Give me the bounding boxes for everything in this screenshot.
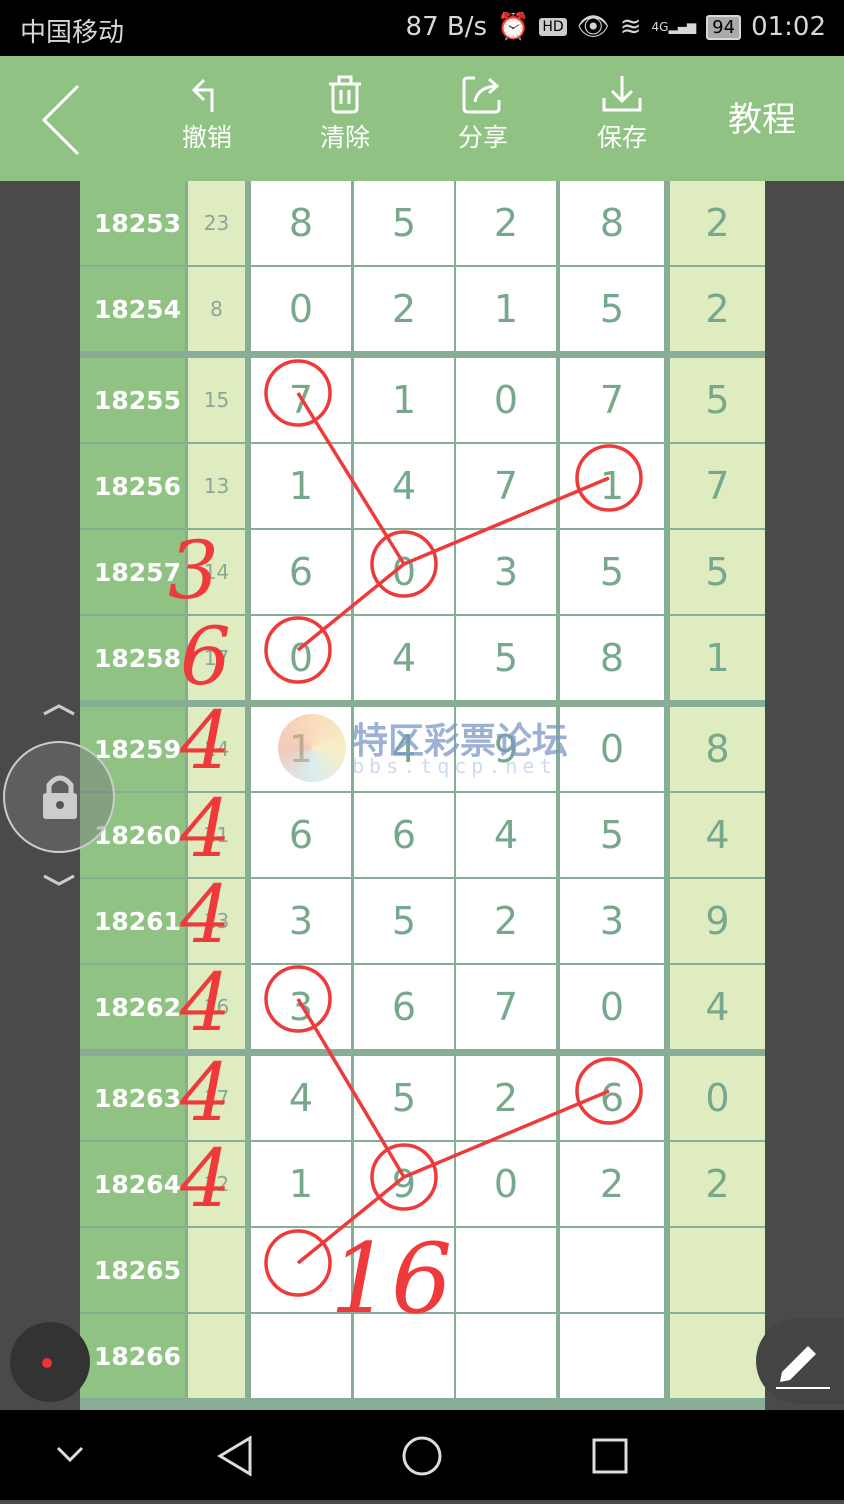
handwritten-digit: 4 bbox=[179, 1132, 231, 1225]
annotation-layer: 36444444 16 bbox=[168, 359, 643, 1335]
handwritten-digit: 4 bbox=[179, 1046, 231, 1139]
red-dot-icon bbox=[42, 1358, 52, 1368]
back-nav-icon[interactable] bbox=[217, 1435, 252, 1477]
collapse-icon[interactable] bbox=[56, 1446, 84, 1463]
chevron-up-icon[interactable] bbox=[42, 702, 76, 716]
recents-icon[interactable] bbox=[592, 1438, 628, 1474]
handwritten-digit: 4 bbox=[179, 868, 231, 961]
handwritten-digit: 3 bbox=[168, 524, 219, 617]
lock-icon bbox=[43, 775, 77, 819]
navigation-bar bbox=[0, 1410, 844, 1500]
handwritten-result: 16 bbox=[330, 1223, 452, 1335]
floating-dot-button[interactable] bbox=[10, 1322, 90, 1402]
home-icon[interactable] bbox=[402, 1436, 442, 1476]
handwritten-digit: 4 bbox=[179, 694, 231, 787]
handwritten-digit: 4 bbox=[179, 956, 231, 1049]
chevron-down-icon[interactable] bbox=[42, 874, 76, 888]
pen-button[interactable] bbox=[756, 1318, 844, 1404]
lock-button[interactable] bbox=[3, 741, 115, 853]
annotation-line bbox=[296, 476, 610, 652]
annotation-line bbox=[296, 392, 406, 565]
annotation-line bbox=[296, 998, 406, 1178]
handwritten-digit: 4 bbox=[179, 782, 231, 875]
handwritten-digit: 6 bbox=[180, 610, 231, 703]
pen-icon bbox=[776, 1346, 830, 1389]
